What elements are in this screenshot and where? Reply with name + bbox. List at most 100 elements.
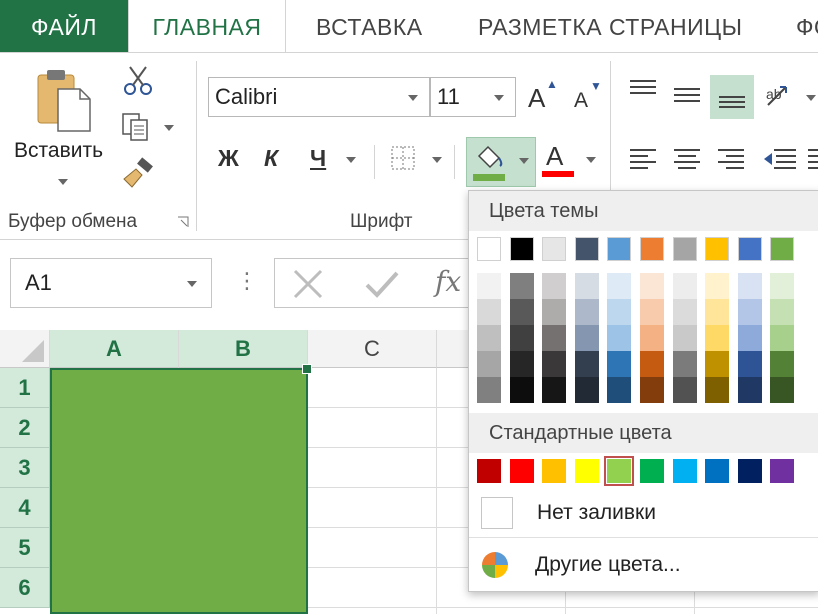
check-icon[interactable] xyxy=(363,267,401,301)
theme-shade-swatch[interactable] xyxy=(672,377,697,403)
theme-shade-swatch[interactable] xyxy=(607,377,632,403)
column-header-a[interactable]: A xyxy=(50,330,179,368)
column-header-c[interactable]: C xyxy=(308,330,437,368)
orientation-icon[interactable]: ab xyxy=(764,79,800,111)
theme-shade-swatch[interactable] xyxy=(705,377,730,403)
tab-home[interactable]: ГЛАВНАЯ xyxy=(128,0,286,53)
theme-shade-swatch[interactable] xyxy=(607,299,632,325)
theme-color-swatch[interactable] xyxy=(737,237,762,261)
align-top-icon[interactable] xyxy=(628,77,658,101)
theme-shade-swatch[interactable] xyxy=(640,299,664,325)
more-colors-item[interactable]: Другие цвета... xyxy=(469,543,818,587)
orientation-dropdown-icon[interactable] xyxy=(806,95,816,101)
theme-shade-swatch[interactable] xyxy=(477,273,501,299)
format-painter-icon[interactable] xyxy=(120,157,156,191)
align-center-icon[interactable] xyxy=(672,147,702,171)
theme-shade-swatch[interactable] xyxy=(672,325,697,351)
theme-color-swatch[interactable] xyxy=(672,237,697,261)
standard-color-swatch[interactable] xyxy=(737,459,762,483)
theme-shade-swatch[interactable] xyxy=(574,325,599,351)
dialog-launcher-icon[interactable] xyxy=(176,215,190,229)
scissors-icon[interactable] xyxy=(122,65,154,95)
row-header-2[interactable]: 2 xyxy=(0,408,50,448)
theme-shade-swatch[interactable] xyxy=(770,325,795,351)
theme-shade-swatch[interactable] xyxy=(672,299,697,325)
theme-color-swatch[interactable] xyxy=(477,237,501,261)
bold-button[interactable]: Ж xyxy=(218,145,239,172)
align-middle-icon[interactable] xyxy=(672,83,702,107)
row-header-5[interactable]: 5 xyxy=(0,528,50,568)
theme-shade-swatch[interactable] xyxy=(737,299,762,325)
theme-shade-swatch[interactable] xyxy=(477,377,501,403)
theme-shade-swatch[interactable] xyxy=(542,325,567,351)
theme-shade-swatch[interactable] xyxy=(737,377,762,403)
theme-shade-swatch[interactable] xyxy=(574,377,599,403)
theme-shade-swatch[interactable] xyxy=(574,299,599,325)
row-header-1[interactable]: 1 xyxy=(0,368,50,408)
theme-shade-swatch[interactable] xyxy=(672,351,697,377)
theme-shade-swatch[interactable] xyxy=(770,273,795,299)
no-fill-item[interactable]: Нет заливки xyxy=(469,491,818,535)
standard-color-swatch[interactable] xyxy=(477,459,501,483)
theme-shade-swatch[interactable] xyxy=(672,273,697,299)
theme-shade-swatch[interactable] xyxy=(509,377,534,403)
copy-dropdown-icon[interactable] xyxy=(164,125,174,131)
cancel-icon[interactable] xyxy=(291,267,325,301)
standard-color-swatch[interactable] xyxy=(672,459,697,483)
font-color-button[interactable]: A xyxy=(546,141,563,172)
select-all-corner[interactable] xyxy=(0,330,50,368)
theme-shade-swatch[interactable] xyxy=(640,377,664,403)
name-box-dropdown-icon[interactable] xyxy=(187,281,197,287)
tab-insert[interactable]: ВСТАВКА xyxy=(316,0,423,52)
increase-indent-icon[interactable] xyxy=(806,147,818,171)
fill-color-button[interactable] xyxy=(466,137,536,187)
align-bottom-icon[interactable] xyxy=(710,75,754,119)
row-header-6[interactable]: 6 xyxy=(0,568,50,608)
theme-color-swatch[interactable] xyxy=(574,237,599,261)
theme-shade-swatch[interactable] xyxy=(705,351,730,377)
tab-page-layout[interactable]: РАЗМЕТКА СТРАНИЦЫ xyxy=(478,0,743,52)
theme-color-swatch[interactable] xyxy=(770,237,795,261)
theme-shade-swatch[interactable] xyxy=(477,325,501,351)
align-left-icon[interactable] xyxy=(628,147,658,171)
standard-color-swatch[interactable] xyxy=(705,459,730,483)
tab-formulas[interactable]: ФО xyxy=(796,0,818,52)
theme-shade-swatch[interactable] xyxy=(477,299,501,325)
theme-shade-swatch[interactable] xyxy=(705,325,730,351)
theme-shade-swatch[interactable] xyxy=(640,273,664,299)
theme-shade-swatch[interactable] xyxy=(737,351,762,377)
decrease-indent-icon[interactable] xyxy=(762,147,798,171)
font-name-combo[interactable]: Calibri xyxy=(208,77,430,117)
align-right-icon[interactable] xyxy=(716,147,746,171)
theme-shade-swatch[interactable] xyxy=(477,351,501,377)
standard-color-swatch[interactable] xyxy=(574,459,599,483)
tab-file[interactable]: ФАЙЛ xyxy=(0,0,128,52)
theme-shade-swatch[interactable] xyxy=(542,377,567,403)
theme-shade-swatch[interactable] xyxy=(542,351,567,377)
copy-icon[interactable] xyxy=(120,111,154,143)
clipboard-icon[interactable] xyxy=(34,67,96,133)
theme-shade-swatch[interactable] xyxy=(509,273,534,299)
theme-color-swatch[interactable] xyxy=(509,237,534,261)
italic-button[interactable]: К xyxy=(264,145,278,172)
standard-color-swatch[interactable] xyxy=(542,459,567,483)
theme-shade-swatch[interactable] xyxy=(705,299,730,325)
font-color-dropdown-icon[interactable] xyxy=(586,157,596,163)
decrease-font-button[interactable]: A ▼ xyxy=(574,79,602,113)
name-box[interactable]: A1 xyxy=(10,258,212,308)
theme-shade-swatch[interactable] xyxy=(574,351,599,377)
theme-shade-swatch[interactable] xyxy=(737,325,762,351)
more-options-icon[interactable]: ⋮ xyxy=(236,268,258,294)
theme-shade-swatch[interactable] xyxy=(509,299,534,325)
standard-color-swatch-selected[interactable] xyxy=(604,456,635,486)
theme-shade-swatch[interactable] xyxy=(607,351,632,377)
theme-shade-swatch[interactable] xyxy=(770,377,795,403)
row-header-4[interactable]: 4 xyxy=(0,488,50,528)
theme-color-swatch[interactable] xyxy=(542,237,567,261)
selected-range-a1-b6[interactable] xyxy=(50,368,308,614)
standard-color-swatch[interactable] xyxy=(509,459,534,483)
theme-shade-swatch[interactable] xyxy=(607,273,632,299)
row-header-3[interactable]: 3 xyxy=(0,448,50,488)
theme-color-swatch[interactable] xyxy=(705,237,730,261)
theme-shade-swatch[interactable] xyxy=(640,325,664,351)
